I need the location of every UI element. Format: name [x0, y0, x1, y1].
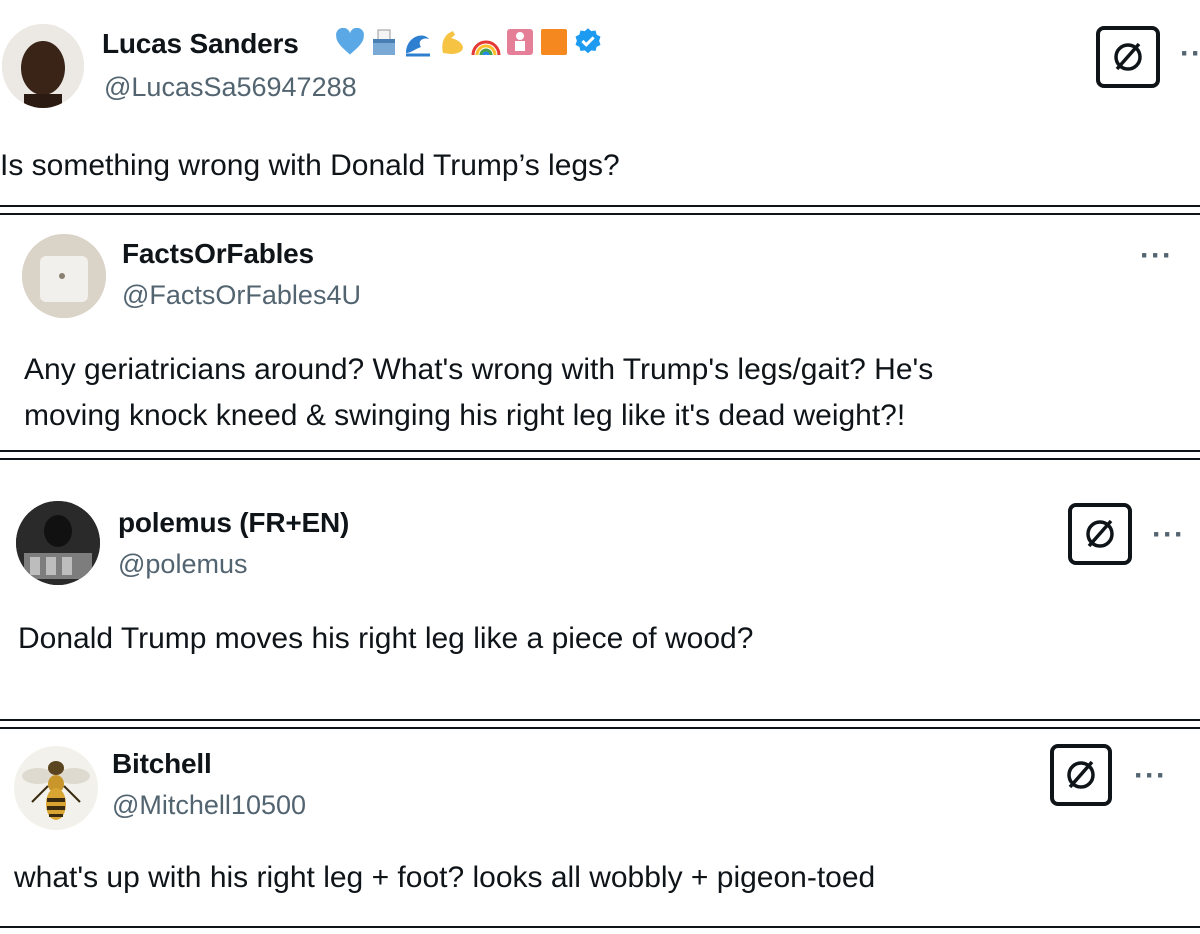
wave-icon [402, 26, 434, 58]
avatar[interactable] [22, 234, 106, 318]
more-options-icon[interactable]: ··· [1134, 761, 1167, 791]
profile-badges [334, 26, 604, 58]
grok-button[interactable] [1096, 26, 1160, 88]
tweet-bitchell: Bitchell @Mitchell10500 ··· what's up wi… [0, 728, 1200, 928]
user-handle[interactable]: @polemus [118, 549, 247, 580]
grok-icon [1114, 42, 1142, 71]
ballot-box-icon [368, 26, 400, 58]
avatar[interactable] [16, 501, 100, 585]
avatar-image [22, 234, 106, 318]
divider [0, 926, 1200, 928]
baby-symbol-icon [504, 26, 536, 58]
avatar[interactable] [2, 24, 84, 108]
grok-button[interactable] [1050, 744, 1112, 806]
orange-square-icon [538, 26, 570, 58]
user-handle[interactable]: @FactsOrFables4U [122, 280, 361, 311]
user-handle[interactable]: @Mitchell10500 [112, 790, 306, 821]
tweet-text: what's up with his right leg + foot? loo… [14, 861, 876, 894]
grok-button[interactable] [1068, 503, 1132, 565]
display-name[interactable]: polemus (FR+EN) [118, 507, 349, 539]
blue-heart-icon [334, 26, 366, 58]
display-name[interactable]: Bitchell [112, 748, 212, 780]
tweet-lucas-sanders: Lucas Sanders @LucasSa56947288 · Is some… [0, 0, 1200, 205]
divider [0, 719, 1200, 721]
tweet-polemus: polemus (FR+EN) @polemus ··· Donald Trum… [0, 459, 1200, 719]
user-handle[interactable]: @LucasSa56947288 [104, 72, 357, 103]
grok-icon [1067, 760, 1095, 789]
avatar-image [16, 501, 100, 585]
verified-icon [572, 26, 604, 58]
tweet-text-line-1: Any geriatricians around? What's wrong w… [24, 353, 934, 386]
more-options-icon[interactable]: ··· [1140, 241, 1173, 271]
more-options-icon[interactable]: ··· [1180, 39, 1200, 69]
flexed-biceps-icon [436, 26, 468, 58]
wasp-avatar-image [14, 746, 98, 830]
divider [0, 450, 1200, 452]
avatar[interactable] [14, 746, 98, 830]
tweet-text: Is something wrong with Donald Trump’s l… [0, 149, 620, 182]
more-options-icon[interactable]: ··· [1152, 520, 1185, 550]
grok-icon [1086, 519, 1114, 548]
tweet-text: Donald Trump moves his right leg like a … [18, 622, 754, 655]
tweet-factsorfables: FactsOrFables @FactsOrFables4U ··· Any g… [0, 214, 1200, 450]
avatar-image [2, 24, 84, 108]
display-name[interactable]: Lucas Sanders [102, 28, 299, 60]
divider [0, 205, 1200, 207]
display-name[interactable]: FactsOrFables [122, 238, 314, 270]
tweet-text-line-2: moving knock kneed & swinging his right … [24, 399, 906, 432]
rainbow-icon [470, 26, 502, 58]
